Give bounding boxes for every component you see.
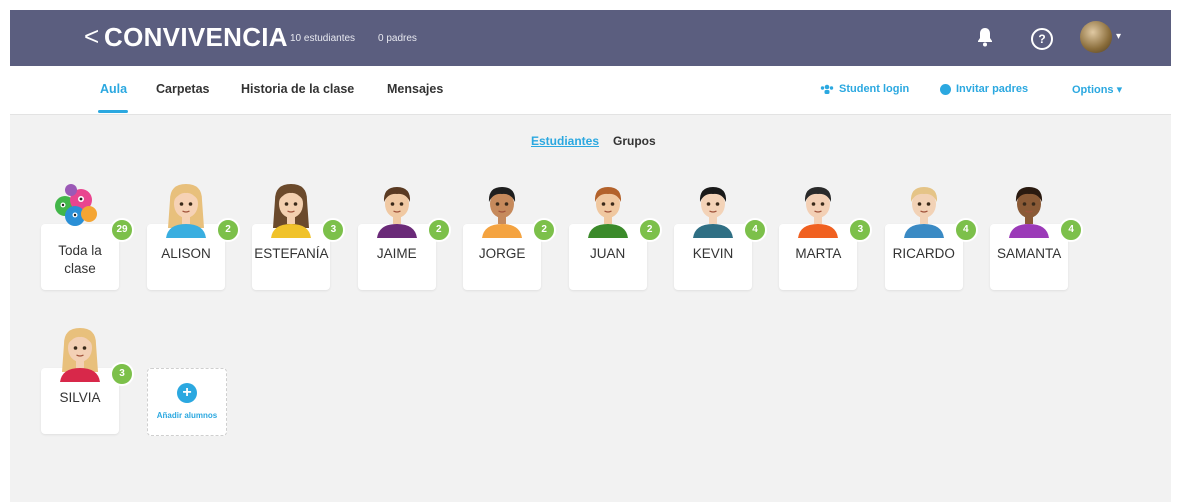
student-name: JUAN <box>589 246 626 261</box>
student-name: KEVIN <box>692 246 734 261</box>
header-bar: < CONVIVENCIA 10 estudiantes 0 padres ? … <box>10 10 1171 66</box>
active-tab-indicator <box>98 110 128 113</box>
sub-navigation: Aula Carpetas Historia de la clase Mensa… <box>10 66 1171 115</box>
profile-caret-icon[interactable]: ▾ <box>1116 31 1121 42</box>
plus-icon: + <box>177 383 197 403</box>
student-avatar <box>587 187 628 238</box>
add-students-button[interactable]: + Añadir alumnos <box>147 368 227 436</box>
invite-dot-icon <box>940 83 951 95</box>
student-points-badge: 2 <box>426 218 451 242</box>
tab-historia[interactable]: Historia de la clase <box>241 82 354 96</box>
student-name: MARTA <box>795 246 842 261</box>
student-name: SILVIA <box>59 390 101 405</box>
student-points-badge: 2 <box>216 218 240 242</box>
student-login-label: Student login <box>839 83 910 95</box>
student-name: SAMANTA <box>997 246 1062 261</box>
student-login-link[interactable]: Student login <box>820 83 909 95</box>
tab-mensajes[interactable]: Mensajes <box>387 82 443 96</box>
student-avatar <box>482 187 523 238</box>
bell-icon[interactable] <box>974 24 996 50</box>
student-points-badge: 3 <box>848 218 873 242</box>
student-points-badge: 4 <box>953 218 978 242</box>
tab-aula[interactable]: Aula <box>100 82 127 96</box>
toggle-groups[interactable]: Grupos <box>613 134 656 148</box>
back-chevron-icon[interactable]: < <box>84 21 99 51</box>
student-avatar <box>693 187 733 238</box>
invite-parents-link[interactable]: Invitar padres <box>940 83 1028 95</box>
student-avatar <box>271 184 312 238</box>
options-menu[interactable]: Options ▾ <box>1072 83 1122 96</box>
student-name: ALISON <box>161 246 211 261</box>
student-points-badge: 3 <box>321 218 346 242</box>
student-points-badge: 2 <box>532 218 557 242</box>
students-icon <box>820 84 834 94</box>
student-avatar <box>60 328 100 382</box>
student-avatar <box>376 187 417 238</box>
student-points-badge: 2 <box>637 218 662 242</box>
student-points-badge: 4 <box>743 218 767 242</box>
student-name: JORGE <box>478 246 526 261</box>
tab-carpetas[interactable]: Carpetas <box>156 82 210 96</box>
student-name: ESTEFANÍA <box>254 246 329 261</box>
invite-parents-label: Invitar padres <box>956 83 1029 95</box>
toggle-students[interactable]: Estudiantes <box>531 134 599 148</box>
student-avatar <box>798 187 839 238</box>
student-name: RICARDO <box>892 246 955 261</box>
student-points-badge: 4 <box>1059 218 1084 242</box>
class-title: CONVIVENCIA <box>104 22 288 52</box>
help-icon[interactable]: ? <box>1031 28 1053 50</box>
whole-class-points: 29 <box>110 218 134 242</box>
app-frame: < CONVIVENCIA 10 estudiantes 0 padres ? … <box>10 10 1171 502</box>
student-avatar <box>903 187 944 238</box>
student-avatar <box>1009 187 1050 238</box>
monsters-icon <box>55 184 97 226</box>
whole-class-label: Toda la clase <box>58 243 102 276</box>
student-points-badge: 3 <box>110 362 134 386</box>
student-name: JAIME <box>376 246 417 261</box>
profile-avatar[interactable] <box>1080 21 1112 53</box>
student-avatar <box>166 184 206 238</box>
add-students-label: Añadir alumnos <box>156 411 218 420</box>
students-count: 10 estudiantes <box>290 33 356 44</box>
parents-count: 0 padres <box>378 33 417 44</box>
